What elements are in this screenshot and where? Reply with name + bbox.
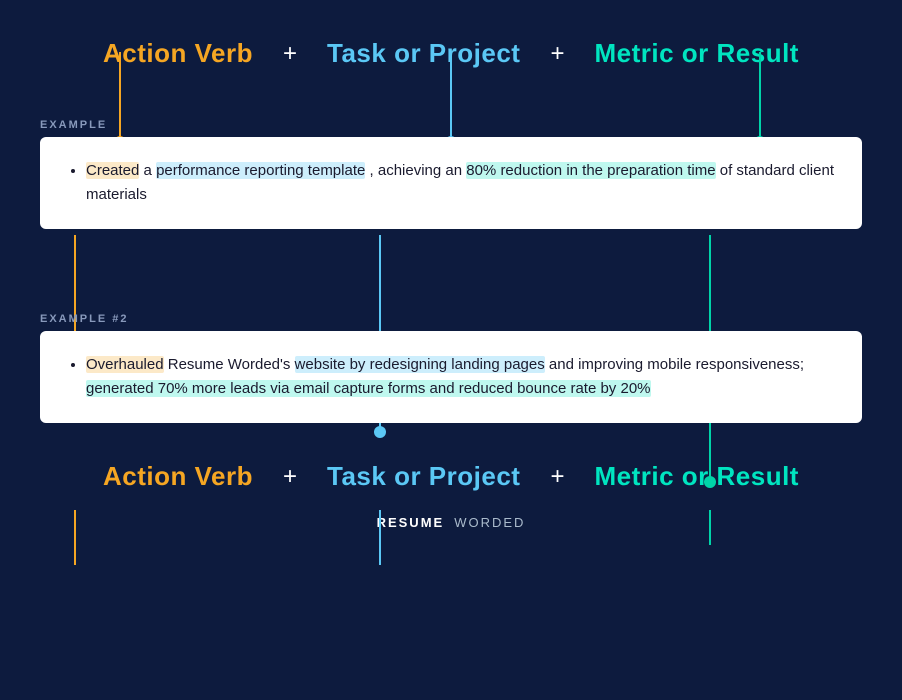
top-formula-row: Action Verb + Task or Project + Metric o… [40, 20, 862, 69]
example1-action-verb: Created [86, 162, 139, 179]
example2-bullet-list: Overhauled Resume Worded's website by re… [68, 353, 834, 401]
top-metric-label: Metric or Result [594, 38, 799, 69]
example2-action-verb: Overhauled [86, 356, 164, 373]
top-action-verb-label: Action Verb [103, 38, 253, 69]
top-spacer [40, 69, 862, 119]
main-container: Action Verb + Task or Project + Metric o… [0, 0, 902, 700]
example1-bullet-list: Created a performance reporting template… [68, 159, 834, 207]
example2-bullet-item: Overhauled Resume Worded's website by re… [86, 353, 834, 401]
example2-card: Overhauled Resume Worded's website by re… [40, 331, 862, 423]
brand-worded: WORDED [454, 515, 525, 530]
bottom-action-verb-label: Action Verb [103, 461, 253, 492]
footer: RESUME WORDED [40, 514, 862, 532]
top-task-label: Task or Project [327, 38, 520, 69]
example2-section: EXAMPLE #2 Overhauled Resume Worded's we… [40, 313, 862, 423]
example2-text2: and improving mobile responsiveness; [549, 356, 804, 373]
example2-text1: Resume Worded's [168, 356, 295, 373]
top-plus-1: + [283, 40, 297, 68]
middle-spacer [40, 245, 862, 313]
example1-label: EXAMPLE [40, 119, 862, 131]
example1-text2: , achieving an [370, 162, 467, 179]
bottom-metric-label: Metric or Result [594, 461, 799, 492]
bottom-plus-1: + [283, 463, 297, 491]
example2-label: EXAMPLE #2 [40, 313, 862, 325]
bottom-connector-spacer [40, 439, 862, 461]
example2-task: website by redesigning landing pages [295, 356, 545, 373]
bottom-plus-2: + [550, 463, 564, 491]
example1-task: performance reporting template [156, 162, 365, 179]
top-plus-2: + [550, 40, 564, 68]
example1-metric: 80% reduction in the preparation time [466, 162, 715, 179]
example1-text1: a [144, 162, 157, 179]
brand-resume: RESUME [377, 515, 445, 530]
example1-section: EXAMPLE Created a performance reporting … [40, 119, 862, 229]
example1-card: Created a performance reporting template… [40, 137, 862, 229]
example2-metric: generated 70% more leads via email captu… [86, 380, 651, 397]
bottom-formula-row: Action Verb + Task or Project + Metric o… [40, 461, 862, 500]
bottom-task-label: Task or Project [327, 461, 520, 492]
example1-bullet-item: Created a performance reporting template… [86, 159, 834, 207]
